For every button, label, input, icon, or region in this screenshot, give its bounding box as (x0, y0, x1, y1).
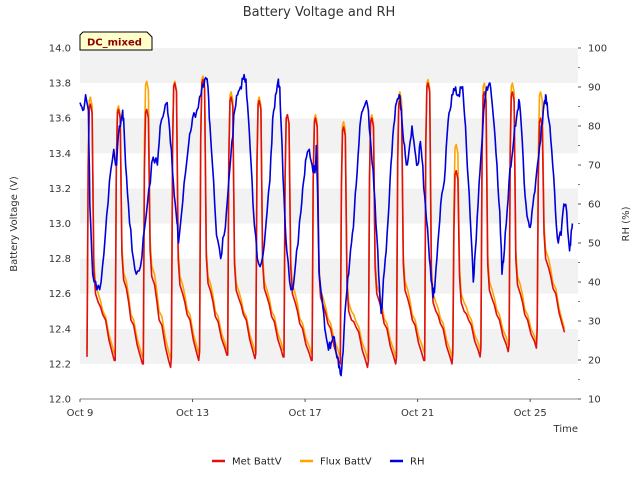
grid-band (80, 48, 578, 84)
x-tick-label: Oct 13 (176, 408, 209, 419)
y-right-tick-label: 80 (588, 122, 601, 133)
y-axis-left-label: Battery Voltage (V) (9, 176, 20, 272)
x-tick-label: Oct 21 (401, 408, 434, 419)
y-left-tick-label: 12.4 (49, 324, 71, 335)
grid-band (80, 118, 578, 154)
battery-voltage-rh-chart: Battery Voltage and RH 12.0 12.2 12.4 12.6 1… (0, 0, 640, 480)
x-tick-label: Oct 17 (288, 408, 321, 419)
x-tick-label: Oct 25 (514, 408, 547, 419)
y-left-tick-label: 14.0 (49, 44, 71, 55)
grid-band (80, 363, 578, 399)
y-left-tick-label: 13.4 (49, 149, 71, 160)
y-left-tick-label: 12.8 (49, 254, 71, 265)
y-right-tick-label: 10 (588, 395, 601, 406)
y-left-tick-label: 13.2 (49, 184, 71, 195)
grid-band (80, 83, 578, 119)
y-left-tick-label: 12.6 (49, 289, 71, 300)
y-left-tick-label: 12.2 (49, 359, 71, 370)
y-left-tick-label: 12.0 (49, 395, 71, 406)
legend-label: Flux BattV (320, 457, 372, 468)
y-right-tick-label: 70 (588, 161, 601, 172)
y-left-tick-label: 13.6 (49, 114, 71, 125)
y-right-tick-label: 90 (588, 83, 601, 94)
dc-mixed-badge: DC_mixed (79, 31, 153, 51)
y-right-tick-label: 100 (588, 44, 607, 55)
y-right-tick-label: 30 (588, 317, 601, 328)
grid-band (80, 188, 578, 224)
grid-band (80, 293, 578, 329)
y-right-tick-label: 50 (588, 239, 601, 250)
y-axis-right-label: RH (%) (621, 206, 632, 241)
y-left-tick-label: 13.8 (49, 79, 71, 90)
y-right-tick-label: 60 (588, 200, 601, 211)
badge-label: DC_mixed (87, 38, 142, 49)
legend-label: Met BattV (232, 457, 282, 468)
legend-label: RH (410, 457, 424, 468)
grid-band (80, 153, 578, 189)
x-tick-label: Oct 9 (67, 408, 94, 419)
y-left-tick-label: 13.0 (49, 219, 71, 230)
y-right-tick-label: 40 (588, 278, 601, 289)
grid-band (80, 223, 578, 259)
x-axis-label: Time (553, 424, 578, 435)
chart-title: Battery Voltage and RH (243, 5, 396, 20)
y-right-tick-label: 20 (588, 356, 601, 367)
